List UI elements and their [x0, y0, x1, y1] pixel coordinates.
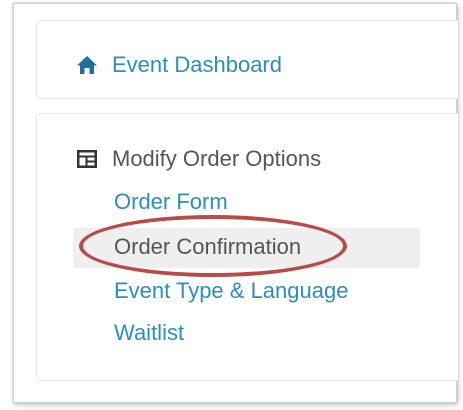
event-dashboard-label: Event Dashboard	[112, 52, 282, 77]
waitlist-link[interactable]: Waitlist	[114, 320, 184, 346]
event-type-language-link[interactable]: Event Type & Language	[114, 278, 348, 304]
event-type-language-label: Event Type & Language	[114, 278, 349, 303]
order-confirmation-item[interactable]: Order Confirmation	[73, 228, 420, 268]
layout-icon	[76, 148, 98, 170]
event-dashboard-link[interactable]: Event Dashboard	[76, 52, 282, 78]
order-confirmation-label: Order Confirmation	[114, 234, 302, 259]
modify-order-options-heading: Modify Order Options	[76, 146, 321, 172]
section-title: Modify Order Options	[112, 146, 322, 171]
home-icon	[76, 54, 98, 76]
waitlist-label: Waitlist	[114, 320, 185, 345]
order-form-link[interactable]: Order Form	[114, 189, 228, 215]
order-form-label: Order Form	[114, 189, 228, 214]
